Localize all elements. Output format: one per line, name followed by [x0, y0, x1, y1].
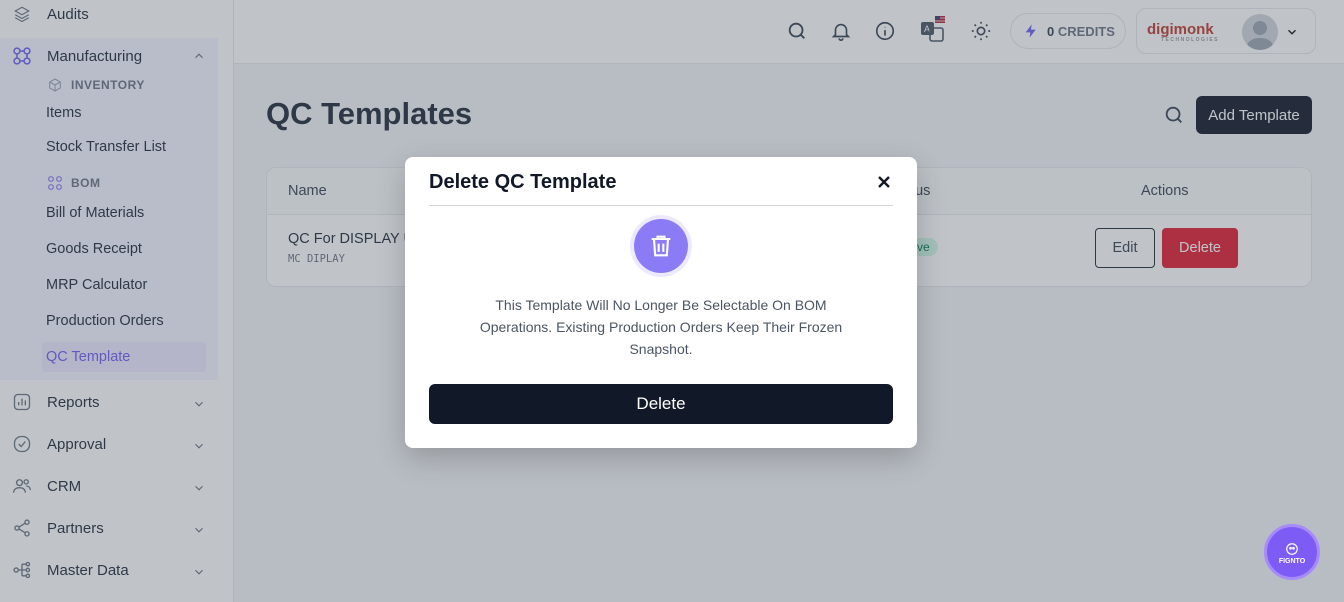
dialog-message: This Template Will No Longer Be Selectab…: [479, 297, 843, 357]
dialog-title: Delete QC Template: [429, 171, 617, 193]
delete-dialog: Delete QC Template This Template Will No…: [405, 157, 917, 448]
confirm-delete-button[interactable]: Delete: [429, 384, 893, 424]
dialog-divider: [429, 205, 893, 206]
trash-icon: [651, 235, 671, 257]
fab-label: FIGNTO: [1278, 557, 1306, 565]
bot-icon: [1286, 542, 1298, 555]
assistant-fab[interactable]: FIGNTO: [1264, 524, 1320, 580]
trash-badge: [630, 215, 692, 277]
close-icon[interactable]: [876, 174, 892, 190]
